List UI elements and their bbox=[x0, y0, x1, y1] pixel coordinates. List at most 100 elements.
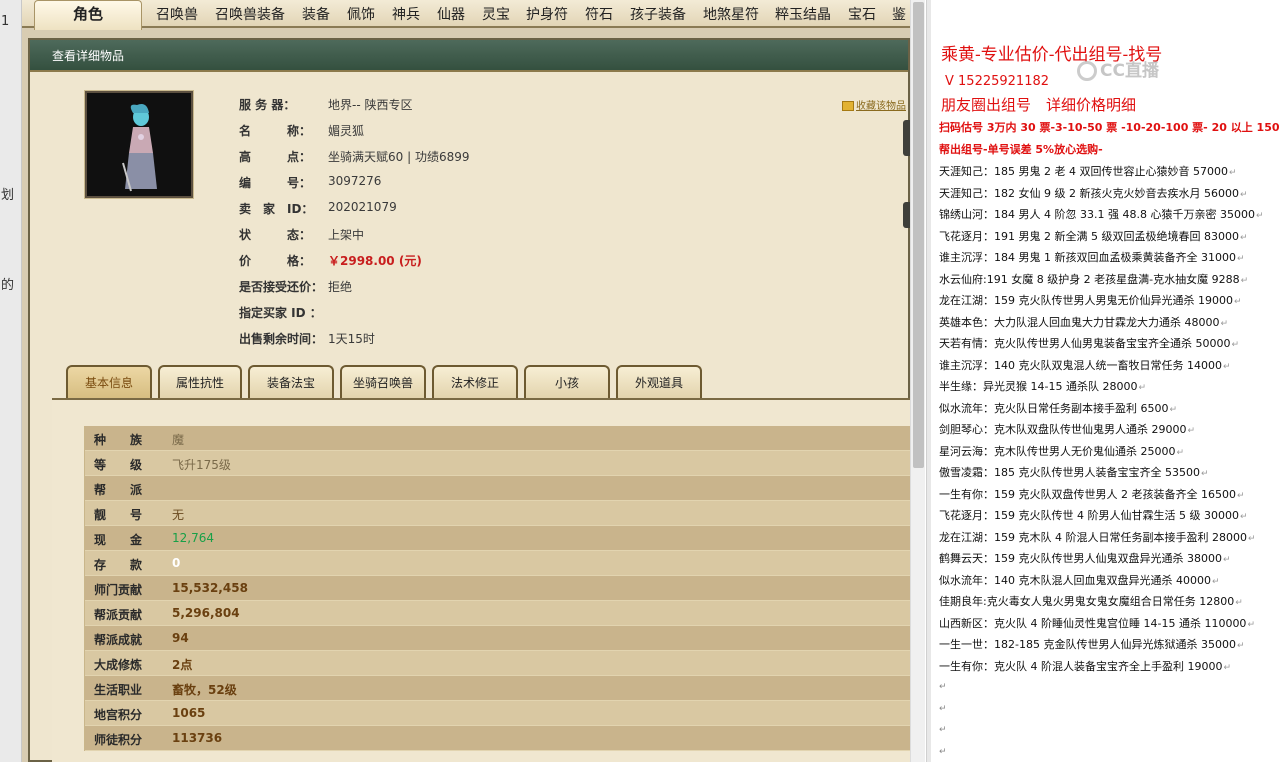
account-list-text: 天涯知己：182 女仙 9 级 2 新孩火克火妙音去疾水月 56000 bbox=[939, 186, 1239, 200]
subtab-child[interactable]: 小孩 bbox=[524, 365, 610, 399]
label-highlight: 高 点： bbox=[239, 150, 312, 164]
row-value: 113736 bbox=[172, 731, 223, 745]
doc-service-note: 帮出组号-单号误差 5%放心选购- bbox=[939, 143, 1103, 156]
paragraph-mark-icon: ↵ bbox=[1223, 662, 1232, 673]
label-bargain: 是否接受还价： bbox=[239, 280, 324, 294]
paragraph-mark-icon: ↵ bbox=[1222, 555, 1231, 565]
tab-gem[interactable]: 宝石 bbox=[848, 4, 876, 24]
vertical-scrollbar[interactable] bbox=[910, 0, 925, 762]
subtab-attributes[interactable]: 属性抗性 bbox=[158, 365, 242, 399]
account-list-text: 谁主沉浮：184 男鬼 1 新孩双回血孟极乘黄装备齐全 31000 bbox=[939, 251, 1236, 264]
account-list-item: 天涯知己：185 男鬼 2 老 4 双回传世容止心猿妙音 57000↵ bbox=[939, 163, 1237, 179]
tab-divine-weapon[interactable]: 神兵 bbox=[392, 4, 420, 24]
label-seller-id: 卖 家 ID： bbox=[239, 202, 314, 216]
table-row: 帮派贡献 5,296,804 bbox=[85, 601, 910, 626]
row-value: 94 bbox=[172, 631, 189, 645]
row-label: 师门贡献 bbox=[94, 583, 143, 597]
row-value: 魔 bbox=[172, 433, 185, 447]
tab-spirit-treasure[interactable]: 灵宝 bbox=[482, 4, 510, 24]
paragraph-mark-icon: ↵ bbox=[1236, 254, 1245, 264]
value-price: ￥2998.00 (元) bbox=[328, 254, 422, 268]
doc-phone: V 15225921182 bbox=[945, 74, 1050, 89]
account-list-item: 似水流年：克火队日常任务副本接手盈利 6500↵ bbox=[939, 400, 1177, 416]
tab-accessory[interactable]: 佩饰 bbox=[347, 4, 375, 24]
row-label: 靓 号 bbox=[94, 508, 143, 522]
row-label: 种 族 bbox=[94, 433, 143, 447]
side-handle[interactable] bbox=[903, 202, 910, 228]
paragraph-mark-icon: ↵ bbox=[1138, 383, 1146, 393]
paragraph-mark-icon: ↵ bbox=[1247, 533, 1256, 544]
account-list-text: 锦绣山河：184 男人 4 阶忽 33.1 强 48.8 心猿千万亲密 3500… bbox=[939, 208, 1255, 221]
value-status: 上架中 bbox=[328, 228, 365, 242]
account-list-text: 傲雪凌霜：185 克火队传世男人装备宝宝齐全 53500 bbox=[939, 466, 1200, 479]
subtab-spell-correction[interactable]: 法术修正 bbox=[432, 365, 518, 399]
empty-paragraph-mark-icon: ↵ bbox=[939, 725, 947, 735]
scrollbar-thumb[interactable] bbox=[913, 2, 924, 468]
label-name: 名 称： bbox=[239, 124, 312, 138]
value-highlight: 坐骑满天赋60 | 功绩6899 bbox=[328, 150, 470, 164]
row-value: 0 bbox=[172, 556, 181, 570]
row-label: 师徒积分 bbox=[94, 733, 143, 747]
table-row: 帮 派 bbox=[85, 476, 910, 501]
value-name: 媚灵狐 bbox=[328, 124, 365, 138]
tab-summon-equipment[interactable]: 召唤兽装备 bbox=[215, 4, 285, 24]
row-label: 帮派贡献 bbox=[94, 608, 143, 622]
label-price: 价 格： bbox=[239, 254, 312, 268]
tab-rune-stone[interactable]: 符石 bbox=[585, 4, 613, 24]
account-list-item: 英雄本色：大力队混人回血鬼大力甘霖龙大力通杀 48000↵ bbox=[939, 314, 1228, 330]
stream-watermark: CC直播 bbox=[1077, 56, 1159, 81]
table-row: 等 级 飞升175级 bbox=[85, 451, 910, 476]
paragraph-mark-icon: ↵ bbox=[1176, 447, 1185, 458]
row-value: 畜牧，52级 bbox=[172, 683, 237, 697]
tab-summon-beast[interactable]: 召唤兽 bbox=[156, 4, 198, 24]
side-handle[interactable] bbox=[903, 120, 910, 156]
account-list-item: 龙在江湖：159 克木队 4 阶混人日常任务副本接手盈利 28000↵ bbox=[939, 529, 1256, 545]
tab-role[interactable]: 角色 bbox=[34, 0, 142, 30]
favorite-icon bbox=[842, 101, 854, 111]
favorite-link[interactable]: 收藏该物品 bbox=[842, 97, 906, 112]
subtab-basic-info[interactable]: 基本信息 bbox=[66, 365, 152, 399]
row-value: 5,296,804 bbox=[172, 606, 240, 620]
label-server: 服 务 器： bbox=[239, 98, 296, 112]
label-designated-buyer: 指定买家 ID ： bbox=[239, 306, 322, 320]
tab-amulet[interactable]: 护身符 bbox=[526, 4, 568, 24]
tab-child-equipment[interactable]: 孩子装备 bbox=[630, 4, 686, 24]
paragraph-mark-icon: ↵ bbox=[1239, 232, 1248, 243]
row-value: 飞升175级 bbox=[172, 458, 231, 472]
empty-paragraph-mark-icon: ↵ bbox=[939, 682, 947, 692]
paragraph-mark-icon: ↵ bbox=[1220, 318, 1229, 329]
account-list-item: 傲雪凌霜：185 克火队传世男人装备宝宝齐全 53500↵ bbox=[939, 464, 1209, 480]
table-row: 现 金 12,764 bbox=[85, 526, 910, 551]
tab-fairy-artifact[interactable]: 仙器 bbox=[437, 4, 465, 24]
account-list-item: 一生有你：159 克火队双盘传世男人 2 老孩装备齐全 16500↵ bbox=[939, 486, 1245, 502]
paragraph-mark-icon: ↵ bbox=[1187, 426, 1196, 436]
account-list-item: 半生缘：异光灵猴 14-15 通杀队 28000↵ bbox=[939, 378, 1146, 394]
row-label: 生活职业 bbox=[94, 683, 143, 697]
subtab-equipment[interactable]: 装备法宝 bbox=[248, 365, 334, 399]
attribute-table: 种 族 魔 等 级 飞升175级 帮 派 靓 号 无 现 金 12,764 存 款 0 师… bbox=[84, 426, 910, 751]
tab-appraisal[interactable]: 鉴 bbox=[892, 4, 906, 24]
account-list-text: 鹤舞云天：159 克火队传世男人仙鬼双盘异光通杀 38000 bbox=[939, 552, 1222, 565]
account-list-text: 星河云海：克木队传世男人无价鬼仙通杀 25000 bbox=[939, 444, 1176, 458]
row-label: 大成修炼 bbox=[94, 658, 143, 672]
account-list-item: 谁主沉浮：184 男鬼 1 新孩双回血孟极乘黄装备齐全 31000↵ bbox=[939, 249, 1245, 265]
empty-paragraph-mark-icon: ↵ bbox=[939, 703, 947, 714]
account-list-item: 天若有情：克火队传世男人仙男鬼装备宝宝齐全通杀 50000↵ bbox=[939, 335, 1239, 351]
table-row: 大成修炼 2点 bbox=[85, 651, 910, 676]
account-list-item: 一生有你：克火队 4 阶混人装备宝宝齐全上手盈利 19000↵ bbox=[939, 658, 1231, 674]
subtab-appearance[interactable]: 外观道具 bbox=[616, 365, 702, 399]
tab-jade-crystal[interactable]: 粹玉结晶 bbox=[775, 4, 831, 24]
tab-star-talisman[interactable]: 地煞星符 bbox=[703, 4, 759, 24]
table-row: 生活职业 畜牧，52级 bbox=[85, 676, 910, 701]
account-list-item: 星河云海：克木队传世男人无价鬼仙通杀 25000↵ bbox=[939, 443, 1184, 459]
paragraph-mark-icon: ↵ bbox=[1200, 469, 1209, 479]
table-row: 存 款 0 bbox=[85, 551, 910, 576]
value-time-left: 1天15时 bbox=[328, 332, 375, 346]
table-row: 靓 号无 bbox=[85, 501, 910, 526]
subtab-mount-summon[interactable]: 坐骑召唤兽 bbox=[340, 365, 426, 399]
account-list-item: 似水流年：140 克木队混人回血鬼双盘异光通杀 40000↵ bbox=[939, 572, 1220, 588]
paragraph-mark-icon: ↵ bbox=[1169, 404, 1178, 415]
tab-equipment[interactable]: 装备 bbox=[302, 4, 330, 24]
account-list-item: 剑胆琴心：克木队双盘队传世仙鬼男人通杀 29000↵ bbox=[939, 421, 1195, 437]
item-detail-window: 查看详细物品 服 务 器： 地界-- 陕西专区 名 称： 媚灵狐 高 点： 坐骑… bbox=[28, 38, 910, 762]
